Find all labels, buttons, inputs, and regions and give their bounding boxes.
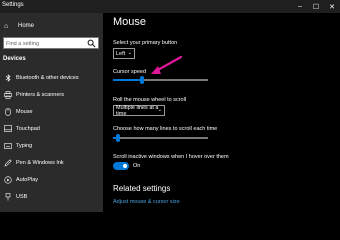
minimize-button[interactable]: – [292, 0, 308, 13]
window-title: Settings [2, 2, 24, 8]
scroll-wheel-value: Multiple lines at a time [116, 104, 159, 117]
primary-button-dropdown[interactable]: Left ⌄ [113, 48, 135, 59]
sidebar: ⌂ Home Devices Bluetooth & other devices… [0, 13, 103, 212]
slider-thumb[interactable] [140, 76, 144, 84]
sidebar-home[interactable]: ⌂ Home [0, 20, 103, 32]
scroll-inactive-toggle[interactable] [113, 162, 129, 170]
keyboard-icon [4, 142, 12, 150]
page-title: Mouse [113, 16, 147, 28]
search-box[interactable] [3, 37, 99, 49]
sidebar-item-label: Mouse [16, 108, 33, 115]
lines-to-scroll-label: Choose how many lines to scroll each tim… [113, 126, 218, 132]
usb-icon [4, 192, 12, 201]
scroll-wheel-dropdown[interactable]: Multiple lines at a time ⌄ [113, 104, 165, 117]
title-bar: Settings – ☐ ✕ [0, 0, 340, 13]
toggle-knob [123, 164, 127, 168]
sidebar-item-typing[interactable]: Typing [0, 139, 103, 152]
toggle-state-label: On [133, 163, 141, 169]
maximize-button[interactable]: ☐ [308, 0, 324, 13]
chevron-down-icon: ⌄ [127, 50, 132, 56]
chevron-down-icon: ⌄ [157, 107, 162, 113]
settings-window: Settings – ☐ ✕ ⌂ Home Devices Bluetooth … [0, 0, 340, 212]
window-controls: – ☐ ✕ [292, 0, 340, 13]
main-content: Mouse Select your primary button Left ⌄ … [103, 13, 340, 212]
sidebar-item-usb[interactable]: USB [0, 190, 103, 203]
sidebar-item-printers[interactable]: Printers & scanners [0, 88, 103, 101]
section-title: Devices [3, 56, 26, 62]
scroll-inactive-label: Scroll inactive windows when I hover ove… [113, 154, 229, 160]
search-icon[interactable] [87, 39, 96, 48]
sidebar-item-bluetooth[interactable]: Bluetooth & other devices [0, 71, 103, 84]
sidebar-item-label: Bluetooth & other devices [16, 74, 79, 81]
slider-track [113, 137, 208, 139]
related-settings-heading: Related settings [113, 184, 171, 193]
touchpad-icon [4, 125, 12, 133]
lines-to-scroll-slider[interactable] [113, 134, 208, 142]
close-button[interactable]: ✕ [324, 0, 340, 13]
sidebar-item-autoplay[interactable]: AutoPlay [0, 173, 103, 186]
sidebar-item-label: Printers & scanners [16, 91, 64, 98]
cursor-speed-label: Cursor speed [113, 69, 147, 75]
sidebar-item-pen[interactable]: Pen & Windows Ink [0, 156, 103, 169]
sidebar-item-mouse[interactable]: Mouse [0, 105, 103, 118]
home-icon: ⌂ [4, 22, 9, 30]
sidebar-item-label: Typing [16, 142, 33, 149]
bluetooth-icon [4, 73, 12, 82]
home-label: Home [18, 23, 35, 29]
slider-thumb[interactable] [116, 134, 120, 142]
sidebar-item-label: Touchpad [16, 125, 40, 132]
sidebar-item-label: AutoPlay [16, 176, 39, 183]
sidebar-item-touchpad[interactable]: Touchpad [0, 122, 103, 135]
search-input[interactable] [6, 39, 88, 48]
pen-icon [4, 158, 12, 167]
cursor-speed-slider[interactable] [113, 76, 208, 84]
primary-button-label: Select your primary button [113, 40, 178, 46]
autoplay-icon [4, 175, 12, 184]
sidebar-item-label: Pen & Windows Ink [16, 159, 64, 166]
primary-button-value: Left [116, 50, 126, 57]
slider-fill [113, 79, 140, 81]
sidebar-item-label: USB [16, 193, 28, 200]
adjust-cursor-size-link[interactable]: Adjust mouse & cursor size [113, 199, 180, 205]
scroll-wheel-label: Roll the mouse wheel to scroll [113, 97, 187, 103]
printer-icon [4, 90, 12, 99]
mouse-icon [4, 107, 12, 116]
